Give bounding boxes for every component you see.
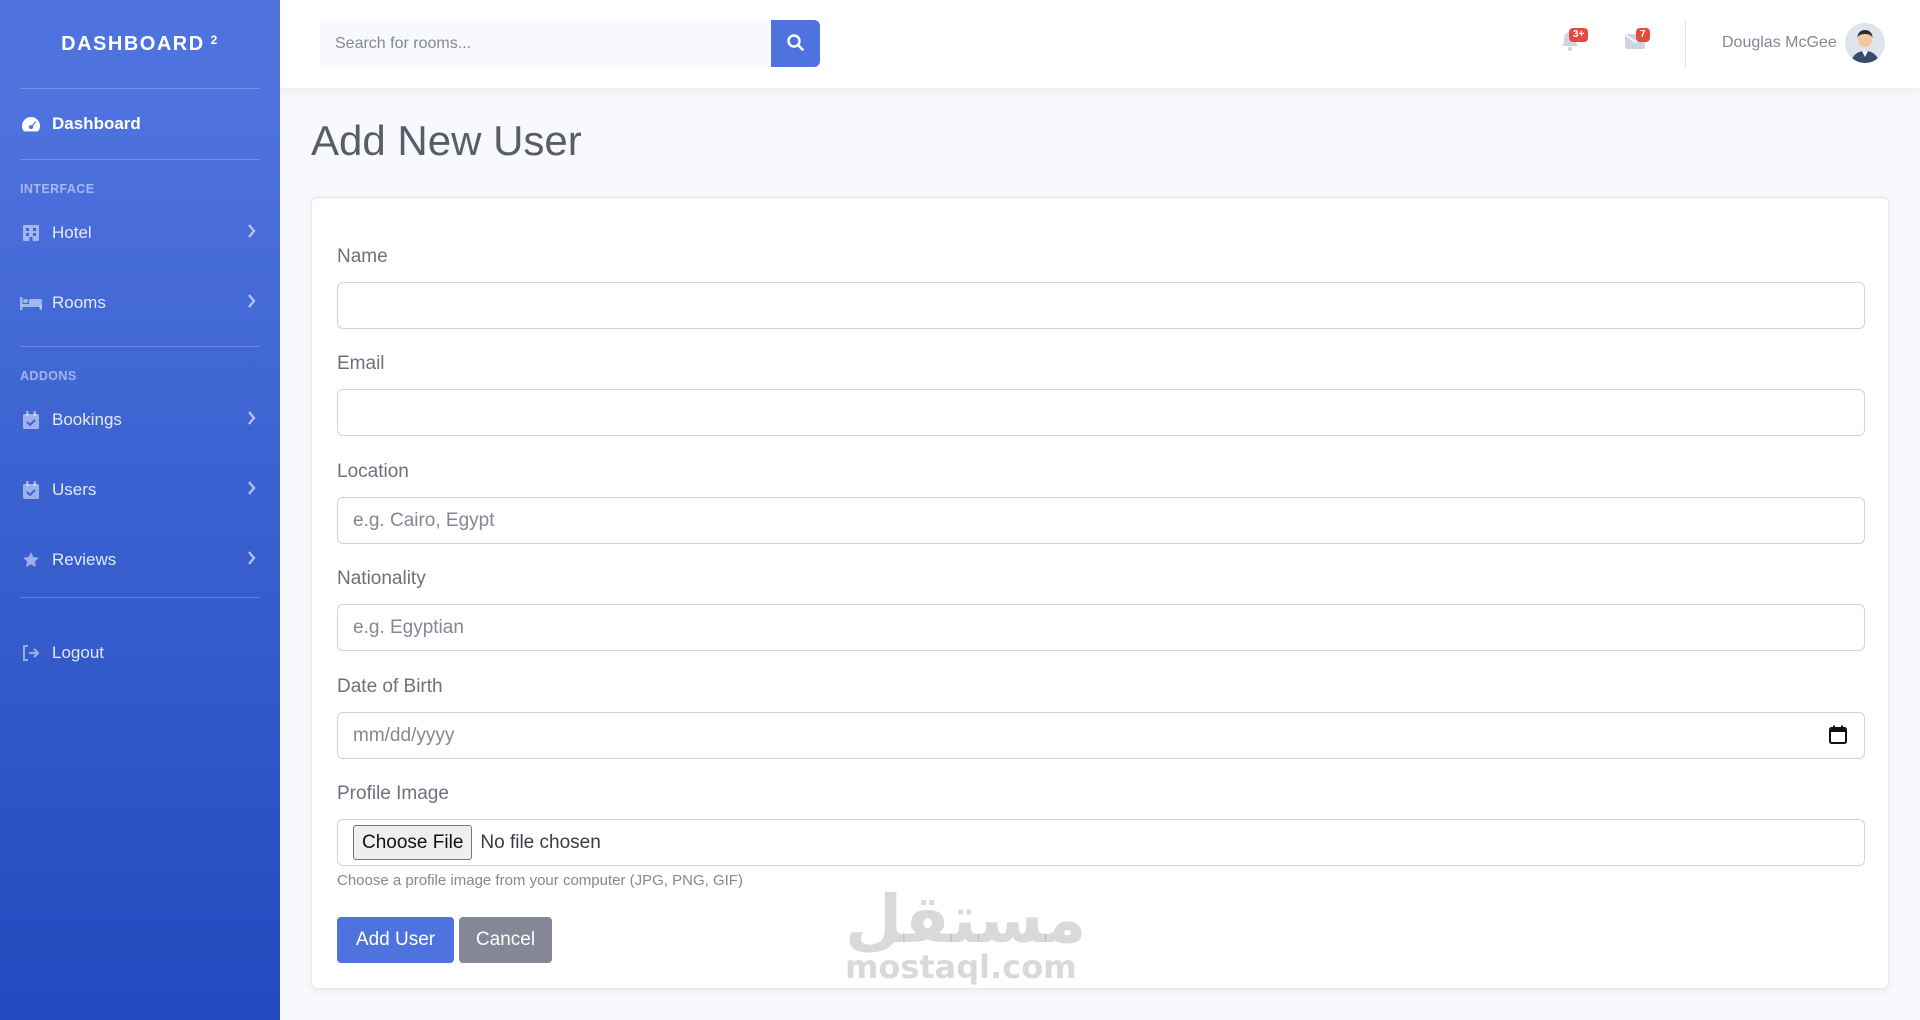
chevron-right-icon	[247, 293, 256, 313]
email-label: Email	[337, 353, 385, 374]
add-user-button[interactable]: Add User	[337, 917, 454, 963]
search-button[interactable]	[771, 20, 820, 67]
alerts-button[interactable]: 3+	[1557, 28, 1589, 56]
sidebar-item-label: Dashboard	[52, 114, 141, 133]
messages-button[interactable]: 7	[1622, 28, 1650, 56]
dob-wrapper	[337, 712, 1865, 759]
sidebar-brand[interactable]: DASHBOARD 2	[0, 0, 280, 88]
user-name[interactable]: Douglas McGee	[1722, 34, 1837, 52]
sidebar-heading-addons: ADDONS	[20, 369, 77, 383]
search-form	[320, 20, 820, 67]
bed-icon	[20, 293, 42, 313]
name-label: Name	[337, 246, 388, 267]
topbar-divider	[1685, 20, 1686, 68]
dob-field[interactable]	[337, 712, 1865, 759]
watermark-arabic: مستقل	[845, 881, 1087, 958]
sidebar-item-label: Rooms	[52, 293, 106, 312]
location-group: Location	[337, 461, 1865, 544]
sidebar-item-label: Reviews	[52, 550, 117, 569]
sidebar-item-reviews[interactable]: Reviews	[0, 525, 280, 595]
sidebar-item-logout[interactable]: Logout	[0, 618, 280, 688]
location-field[interactable]	[337, 497, 1865, 544]
brand-text: DASHBOARD	[61, 32, 205, 55]
email-field[interactable]	[337, 389, 1865, 436]
sidebar-item-label: Hotel	[52, 223, 92, 242]
file-status: No file chosen	[480, 831, 601, 853]
choose-file-button[interactable]: Choose File	[353, 825, 473, 860]
name-field[interactable]	[337, 282, 1865, 329]
dob-group: Date of Birth	[337, 676, 1865, 759]
image-label: Profile Image	[337, 783, 449, 804]
email-group: Email	[337, 353, 1865, 436]
cancel-button[interactable]: Cancel	[459, 917, 552, 963]
sign-out-icon	[20, 643, 42, 663]
add-user-card: Name Email Location Nationality Date of …	[311, 197, 1889, 989]
watermark-latin: mostaql.com	[845, 948, 1077, 986]
name-group: Name	[337, 246, 1865, 329]
page-title: Add New User	[311, 117, 582, 164]
sidebar-item-rooms[interactable]: Rooms	[0, 268, 280, 338]
calendar-check-icon	[20, 410, 42, 430]
nationality-label: Nationality	[337, 568, 426, 589]
location-label: Location	[337, 461, 409, 482]
chevron-right-icon	[247, 223, 256, 243]
topbar: 3+ 7 Douglas McGee	[280, 0, 1920, 88]
search-input[interactable]	[320, 20, 771, 67]
messages-badge: 7	[1636, 28, 1650, 42]
chevron-right-icon	[247, 410, 256, 430]
brand-sup: 2	[210, 33, 219, 47]
nationality-group: Nationality	[337, 568, 1865, 651]
hotel-icon	[20, 223, 42, 243]
nationality-field[interactable]	[337, 604, 1865, 651]
sidebar-item-hotel[interactable]: Hotel	[0, 198, 280, 268]
avatar[interactable]	[1845, 23, 1885, 63]
calendar-check-icon	[20, 480, 42, 500]
sidebar-heading-interface: INTERFACE	[20, 182, 95, 196]
image-group: Profile Image Choose File No file chosen…	[337, 783, 1865, 889]
file-input[interactable]: Choose File No file chosen	[337, 819, 1865, 866]
tachometer-icon	[20, 114, 42, 134]
sidebar-item-bookings[interactable]: Bookings	[0, 385, 280, 455]
star-icon	[20, 550, 42, 570]
sidebar-item-dashboard[interactable]: Dashboard	[0, 89, 280, 159]
search-icon	[787, 33, 804, 54]
sidebar-item-label: Logout	[52, 643, 104, 662]
alerts-badge: 3+	[1569, 28, 1589, 42]
sidebar-item-users[interactable]: Users	[0, 455, 280, 525]
calendar-icon[interactable]	[1829, 725, 1847, 749]
dob-label: Date of Birth	[337, 676, 443, 697]
image-help-text: Choose a profile image from your compute…	[337, 872, 743, 889]
chevron-right-icon	[247, 550, 256, 570]
sidebar: DASHBOARD 2 Dashboard INTERFACE Hotel Roo…	[0, 0, 280, 1020]
chevron-right-icon	[247, 480, 256, 500]
watermark-logo: مستقل mostaql.com	[845, 881, 1087, 986]
sidebar-item-label: Bookings	[52, 410, 122, 429]
sidebar-item-label: Users	[52, 480, 97, 499]
